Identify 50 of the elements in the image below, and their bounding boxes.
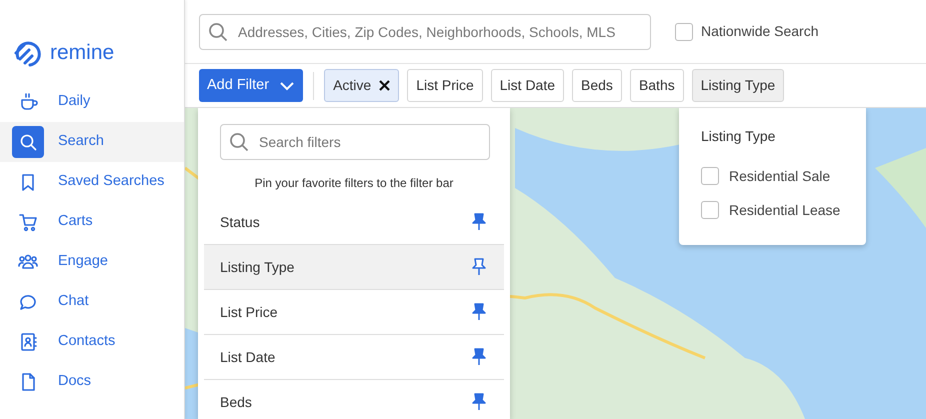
add-filter-button[interactable]: Add Filter <box>199 69 304 102</box>
sidebar-item[interactable]: Saved Searches <box>0 162 184 202</box>
filter-menu-item[interactable]: List Price <box>204 290 504 335</box>
pin-icon[interactable] <box>472 303 486 321</box>
logo-text: remine <box>50 40 114 66</box>
filter-name: Status <box>220 212 260 232</box>
hint-text: Pin your favorite filters to the filter bar <box>254 175 454 192</box>
checkbox[interactable] <box>701 167 719 185</box>
cart-icon <box>18 212 38 232</box>
filter-search-field[interactable]: Search filters <box>220 124 490 160</box>
filter-chip[interactable]: Listing Type <box>692 69 784 102</box>
filter-name: Beds <box>220 392 252 412</box>
filter-menu-item[interactable]: Listing Type <box>204 245 504 290</box>
cup-icon <box>18 92 38 112</box>
filter-name: List Date <box>220 348 276 366</box>
sidebar-item[interactable]: Contacts <box>0 322 184 362</box>
filter-chip[interactable]: List Date <box>490 69 564 102</box>
close-icon[interactable] <box>379 80 390 91</box>
checkbox-label: Residential Lease <box>729 200 840 220</box>
checkbox[interactable] <box>701 201 719 219</box>
chat-icon <box>18 292 38 312</box>
sidebar-item[interactable]: Search <box>0 122 184 162</box>
chevron-down-icon <box>279 80 296 90</box>
filter-name: Listing Type <box>220 258 294 277</box>
pin-icon[interactable] <box>472 348 486 366</box>
filter-chip[interactable]: Active <box>324 69 400 102</box>
checkbox[interactable] <box>675 22 693 40</box>
sidebar-item[interactable]: Engage <box>0 242 184 282</box>
search-icon <box>208 22 228 42</box>
filter-menu-item[interactable]: List Date <box>204 335 504 380</box>
pin-icon[interactable] <box>472 213 486 231</box>
pin-icon[interactable] <box>472 258 486 276</box>
sidebar-item[interactable]: Daily <box>0 82 184 122</box>
sidebar-item[interactable]: Carts <box>0 202 184 242</box>
filter-chip[interactable]: Beds <box>572 69 622 102</box>
search-icon <box>18 132 38 152</box>
checkbox-label: Nationwide Search <box>701 22 819 41</box>
search-icon <box>229 132 249 152</box>
filter-menu-item[interactable]: Beds <box>204 380 504 419</box>
search-field[interactable]: Addresses, Cities, Zip Codes, Neighborhoods, Schools, MLS <box>199 14 651 50</box>
filter-chip[interactable]: List Price <box>407 69 483 102</box>
pin-icon[interactable] <box>472 393 486 411</box>
sidebar-item[interactable]: Docs <box>0 362 184 402</box>
people-icon <box>18 252 38 272</box>
popover-title: Listing Type <box>701 127 776 146</box>
sidebar-item[interactable]: Chat <box>0 282 184 322</box>
contacts-icon <box>18 332 38 352</box>
filter-name: List Price <box>220 302 278 322</box>
filter-chip[interactable]: Baths <box>630 69 684 102</box>
checkbox-label: Residential Sale <box>729 166 830 186</box>
